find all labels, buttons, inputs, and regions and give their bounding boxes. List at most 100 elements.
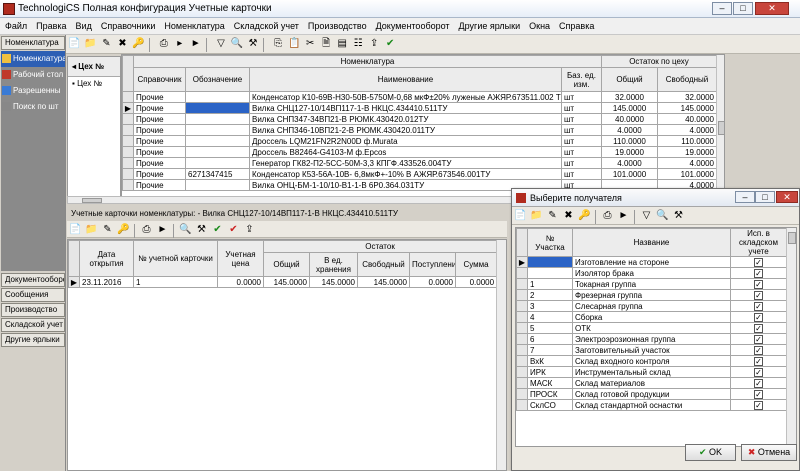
cards-col-header[interactable]: Сумма xyxy=(454,252,498,277)
used-checkbox[interactable]: ✓ xyxy=(754,345,763,355)
new-folder-icon[interactable]: 📁 xyxy=(84,38,97,51)
dlg-next-icon[interactable]: ► xyxy=(617,210,630,223)
section-name-cell[interactable]: ОТК xyxy=(572,322,731,334)
table-row[interactable]: 5 ОТК ✓ xyxy=(516,322,787,334)
tab-nomenclature[interactable]: Номенклатура xyxy=(1,36,65,50)
table-row[interactable]: Прочие Дроссель B82464-G4103-M ф.Epcos шт 1… xyxy=(122,146,717,158)
table-cell[interactable]: шт xyxy=(561,135,602,147)
filter-icon[interactable]: ▽ xyxy=(214,38,227,51)
dialog-close-button[interactable]: ✕ xyxy=(776,191,798,203)
section-name-cell[interactable]: Склад готовой продукции xyxy=(572,388,731,400)
section-number-cell[interactable]: ПРОСК xyxy=(527,388,573,400)
table-cell[interactable]: 32.0000 xyxy=(601,91,658,103)
cut-icon[interactable]: ✂ xyxy=(304,38,317,51)
cards-col-header[interactable]: № учетной карточки xyxy=(133,240,218,277)
table-row[interactable]: Изолятор брака ✓ xyxy=(516,267,787,279)
cards-vscroll[interactable] xyxy=(496,240,506,470)
card-print-icon[interactable]: ⎙ xyxy=(140,224,153,237)
table-row[interactable]: 2 Фрезерная группа ✓ xyxy=(516,289,787,301)
menu-item[interactable]: Номенклатура xyxy=(159,18,228,31)
dlg-filter-icon[interactable]: ▽ xyxy=(640,210,653,223)
section-number-cell[interactable]: 2 xyxy=(527,289,573,301)
table-cell[interactable]: 101.0000 xyxy=(601,168,658,180)
table-cell[interactable] xyxy=(185,135,250,147)
left-bottom-tab[interactable]: Складской учет xyxy=(1,318,65,332)
table-row[interactable]: ▶ Прочие Вилка СНЦ127-10/14ВП117-1-В НКЦС.… xyxy=(122,102,717,114)
table-cell[interactable]: 145.0000 xyxy=(263,276,310,288)
section-number-cell[interactable]: 4 xyxy=(527,311,573,323)
section-number-cell[interactable]: 6 xyxy=(527,333,573,345)
dlg-edit-icon[interactable]: ✎ xyxy=(546,210,559,223)
table-cell[interactable]: 145.0000 xyxy=(657,102,717,114)
table-cell[interactable]: Конденсатор К10-69В-Н30-50В-5750М-0,68 м… xyxy=(249,91,562,103)
table-row[interactable]: ИРК Инструментальный склад ✓ xyxy=(516,366,787,378)
table-cell[interactable] xyxy=(185,179,250,191)
table-cell[interactable]: Прочие xyxy=(133,168,186,180)
left-bottom-tab[interactable]: Сообщения xyxy=(1,288,65,302)
menu-item[interactable]: Производство xyxy=(303,18,371,31)
table-row[interactable]: ▶ Изготовление на стороне ✓ xyxy=(516,256,787,268)
used-checkbox[interactable]: ✓ xyxy=(754,334,763,344)
section-name-cell[interactable]: Фрезерная группа xyxy=(572,289,731,301)
table-cell[interactable]: 4.0000 xyxy=(657,124,717,136)
table-cell[interactable]: 19.0000 xyxy=(657,146,717,158)
table-cell[interactable]: шт xyxy=(561,113,602,125)
used-checkbox[interactable]: ✓ xyxy=(754,400,763,410)
table-row[interactable]: Прочие Конденсатор К10-69В-Н30-50В-5750М-… xyxy=(122,91,717,103)
cards-col-header[interactable]: Дата открытия xyxy=(79,240,134,277)
card-tools-icon[interactable]: ⚒ xyxy=(195,224,208,237)
used-checkbox[interactable]: ✓ xyxy=(754,301,763,311)
table-cell[interactable] xyxy=(185,146,250,158)
menu-item[interactable]: Окна xyxy=(524,18,554,31)
cards-col-header[interactable]: Учетная цена xyxy=(217,240,264,277)
used-checkbox[interactable]: ✓ xyxy=(754,290,763,300)
table-row[interactable]: Прочие Вилка СНП346-10ВП21-2-В РЮМК.43042… xyxy=(122,124,717,136)
table-cell[interactable]: 101.0000 xyxy=(657,168,717,180)
select-icon[interactable]: ▤ xyxy=(336,38,349,51)
minimize-button[interactable]: – xyxy=(712,2,732,15)
apply-icon[interactable]: ✔ xyxy=(384,38,397,51)
section-name-cell[interactable]: Заготовительный участок xyxy=(572,344,731,356)
copy-icon[interactable]: ⎘ xyxy=(272,38,285,51)
cards-col-header[interactable]: Свободный xyxy=(357,252,410,277)
table-cell[interactable]: Прочие xyxy=(133,146,186,158)
table-row[interactable]: ▶ 23.11.2016 1 0.0000 145.0000 145.0000 145.00… xyxy=(68,276,498,288)
menu-item[interactable]: Другие ярлыки xyxy=(454,18,525,31)
dlg-find-icon[interactable]: 🔍 xyxy=(656,210,669,223)
table-cell[interactable]: шт xyxy=(561,102,602,114)
table-cell[interactable]: Вилка СНП347-34ВП21-В РЮМК.430420.012ТУ xyxy=(249,113,562,125)
table-cell[interactable]: Генератор ГК82-П2-5СС-50М-3,3 КПГФ.43352… xyxy=(249,157,562,169)
section-name-cell[interactable]: Склад стандартной оснастки xyxy=(572,399,731,411)
table-cell[interactable]: 4.0000 xyxy=(657,157,717,169)
table-cell[interactable]: Прочие xyxy=(133,113,186,125)
table-cell[interactable]: 19.0000 xyxy=(601,146,658,158)
dlg-print-icon[interactable]: ⎙ xyxy=(601,210,614,223)
table-cell[interactable]: 110.0000 xyxy=(657,135,717,147)
used-checkbox[interactable]: ✓ xyxy=(754,323,763,333)
table-cell[interactable]: 40.0000 xyxy=(657,113,717,125)
table-cell[interactable]: Дроссель LQM21FN2R2N00D ф.Murata xyxy=(249,135,562,147)
table-cell[interactable]: 110.0000 xyxy=(601,135,658,147)
menu-item[interactable]: Правка xyxy=(31,18,70,31)
nomen-col-header[interactable]: Наименование xyxy=(249,67,562,92)
section-number-cell[interactable] xyxy=(527,256,573,268)
menu-item[interactable]: Справочники xyxy=(96,18,160,31)
table-cell[interactable]: Конденсатор К53-56А-10В- 6,8мкФ+-10% В А… xyxy=(249,168,562,180)
tree-icon[interactable]: ☷ xyxy=(352,38,365,51)
menu-item[interactable]: Вид xyxy=(71,18,96,31)
section-name-cell[interactable]: Изготовление на стороне xyxy=(572,256,731,268)
table-cell[interactable]: шт xyxy=(561,168,602,180)
table-cell[interactable] xyxy=(185,157,250,169)
table-row[interactable]: 7 Заготовительный участок ✓ xyxy=(516,344,787,356)
table-row[interactable]: Прочие 6271347415 Конденсатор К53-56А-10В-… xyxy=(122,168,717,180)
left-nav-item[interactable]: Разрешенны xyxy=(1,83,65,99)
table-cell[interactable]: Дроссель B82464-G4103-M ф.Epcos xyxy=(249,146,562,158)
cards-col-header[interactable]: Общий xyxy=(263,252,310,277)
dialog-maximize-button[interactable]: □ xyxy=(755,191,775,203)
used-checkbox[interactable]: ✓ xyxy=(754,268,763,278)
edit-icon[interactable]: ✎ xyxy=(100,38,113,51)
table-cell[interactable]: 40.0000 xyxy=(601,113,658,125)
used-checkbox[interactable]: ✓ xyxy=(754,279,763,289)
table-cell[interactable]: 145.0000 xyxy=(601,102,658,114)
used-checkbox[interactable]: ✓ xyxy=(754,389,763,399)
